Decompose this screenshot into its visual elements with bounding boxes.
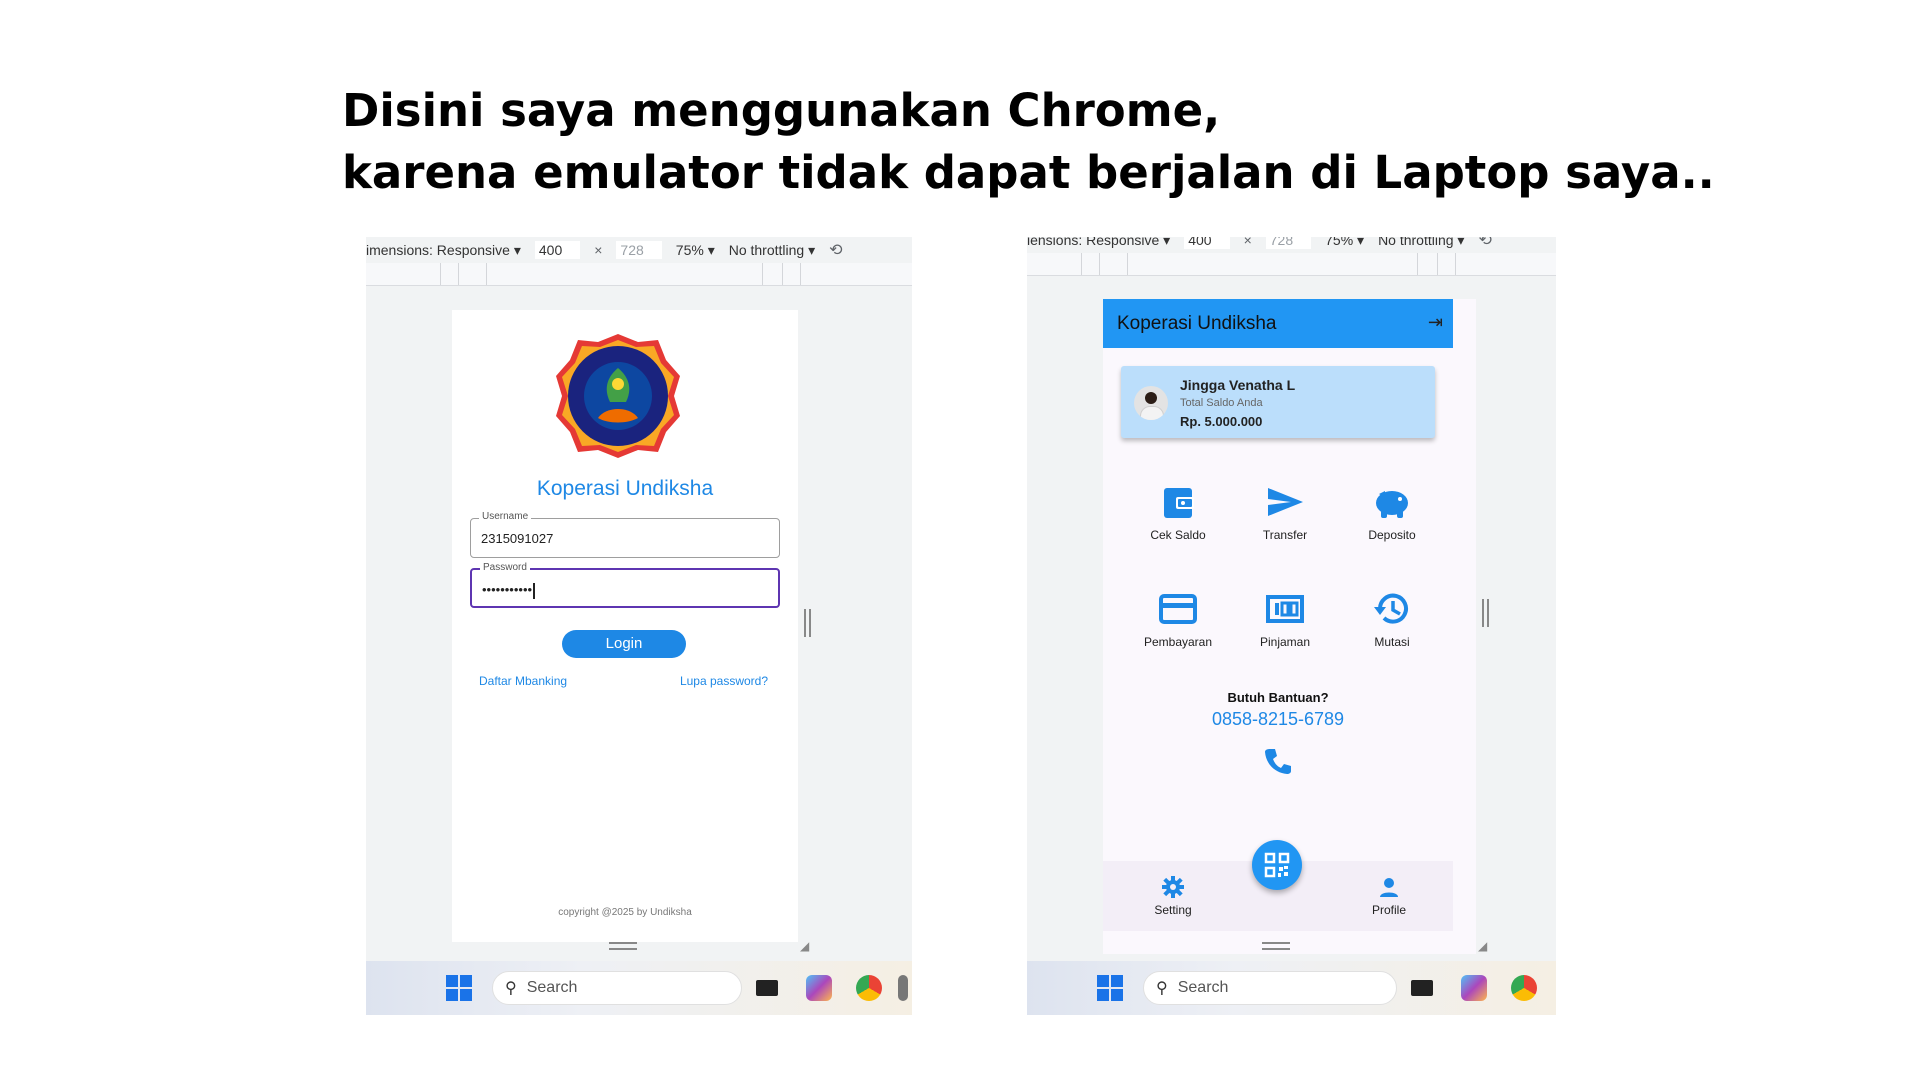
throttle-select[interactable]: No throttling ▾ [729, 242, 815, 259]
balance-label: Total Saldo Anda [1180, 397, 1263, 409]
register-link[interactable]: Daftar Mbanking [479, 674, 567, 688]
dimensions-select[interactable]: imensions: Responsive ▾ [366, 242, 521, 259]
windows-taskbar: ⚲ Search [366, 961, 912, 1015]
taskbar-search[interactable]: ⚲ Search [1143, 971, 1397, 1005]
heading-line-2: karena emulator tidak dapat berjalan di … [342, 146, 1715, 199]
zoom-select[interactable]: 75% ▾ [1325, 237, 1364, 249]
password-field[interactable]: Password ••••••••••• [470, 562, 780, 608]
copilot-icon[interactable] [1461, 975, 1487, 1001]
help-title: Butuh Bantuan? [1227, 690, 1329, 705]
account-card: Jingga Venatha L Total Saldo Anda Rp. 5.… [1121, 366, 1435, 438]
help-phone-number[interactable]: 0858-8215-6789 [1103, 709, 1453, 730]
login-viewport: Koperasi Undiksha Username 2315091027 Pa… [452, 310, 798, 942]
username-label: Username [479, 511, 532, 522]
media-query-ruler [366, 263, 912, 286]
piggy-bank-icon [1376, 491, 1408, 518]
width-input[interactable]: 400 [534, 241, 581, 259]
money-icon [1266, 595, 1304, 623]
menu-label: Mutasi [1374, 635, 1410, 649]
menu-mutasi[interactable]: Mutasi [1342, 589, 1442, 649]
copilot-icon[interactable] [806, 975, 832, 1001]
menu-label: Transfer [1262, 528, 1308, 542]
text-caret [533, 582, 535, 599]
taskbar-search-label: Search [1177, 979, 1229, 996]
chrome-icon[interactable] [856, 975, 882, 1001]
wallet-icon [1164, 488, 1194, 518]
send-icon [1268, 488, 1303, 516]
nav-profile[interactable]: Profile [1349, 875, 1429, 917]
copyright-text: copyright @2025 by Undiksha [558, 907, 692, 918]
resize-handle-right[interactable] [804, 609, 811, 637]
task-view-icon[interactable] [1411, 980, 1433, 996]
login-button[interactable]: Login [562, 630, 686, 658]
menu-label: Pinjaman [1259, 635, 1311, 649]
height-input[interactable]: 728 [1265, 237, 1312, 249]
windows-start-icon[interactable] [1097, 975, 1123, 1001]
search-icon: ⚲ [505, 980, 517, 997]
login-screenshot: imensions: Responsive ▾ 400 × 728 75% ▾ … [366, 237, 912, 1015]
home-viewport: Koperasi Undiksha ⇥ Jingga Venatha L Tot… [1103, 299, 1476, 954]
password-value: ••••••••••• [482, 582, 533, 597]
credit-card-icon [1159, 594, 1197, 624]
media-query-ruler [1027, 253, 1556, 276]
avatar [1134, 386, 1168, 420]
width-input[interactable]: 400 [1184, 237, 1230, 249]
devtools-toolbar: iensions: Responsive ▾ 400 × 728 75% ▾ N… [1027, 237, 1556, 253]
password-label: Password [480, 562, 530, 573]
qr-code-icon [1264, 852, 1290, 878]
zoom-select[interactable]: 75% ▾ [676, 242, 715, 259]
resize-handle-bottom[interactable] [609, 942, 637, 950]
menu-transfer[interactable]: Transfer [1235, 482, 1335, 542]
gear-icon [1162, 876, 1184, 898]
forgot-password-link[interactable]: Lupa password? [680, 674, 768, 688]
taskbar-search-label: Search [526, 979, 578, 996]
menu-cek-saldo[interactable]: Cek Saldo [1128, 482, 1228, 542]
rotate-icon[interactable]: ⟲ [1478, 237, 1491, 250]
height-input[interactable]: 728 [616, 241, 662, 259]
username-value: 2315091027 [481, 531, 554, 546]
phone-icon[interactable] [1263, 746, 1293, 776]
resize-handle-bottom[interactable] [1262, 942, 1290, 950]
app-title: Koperasi Undiksha [536, 477, 714, 500]
person-icon [1380, 878, 1398, 897]
menu-label: Deposito [1368, 528, 1416, 542]
heading: Disini saya menggunakan Chrome, karena e… [342, 80, 1715, 204]
nav-setting-label: Setting [1154, 903, 1192, 917]
windows-taskbar: ⚲ Search [1027, 961, 1556, 1015]
menu-label: Pembayaran [1143, 635, 1213, 649]
chrome-icon[interactable] [1511, 975, 1537, 1001]
heading-line-1: Disini saya menggunakan Chrome, [342, 84, 1221, 137]
home-screenshot: iensions: Responsive ▾ 400 × 728 75% ▾ N… [1027, 237, 1556, 1015]
resize-corner-icon[interactable]: ◢ [1478, 939, 1490, 953]
taskbar-search[interactable]: ⚲ Search [492, 971, 742, 1005]
account-name: Jingga Venatha L [1180, 377, 1296, 393]
times-sign: × [594, 242, 603, 258]
appbar-title: Koperasi Undiksha [1117, 313, 1277, 334]
resize-handle-right[interactable] [1482, 599, 1489, 627]
resize-corner-icon[interactable]: ◢ [800, 939, 812, 953]
taskbar-app-icon[interactable] [898, 975, 908, 1001]
username-field[interactable]: Username 2315091027 [470, 511, 780, 558]
logout-icon[interactable]: ⇥ [1428, 312, 1443, 333]
rotate-icon[interactable]: ⟲ [829, 240, 842, 260]
windows-start-icon[interactable] [446, 975, 472, 1001]
app-bar: Koperasi Undiksha ⇥ [1103, 299, 1453, 348]
balance-value: Rp. 5.000.000 [1180, 414, 1263, 429]
devtools-toolbar: imensions: Responsive ▾ 400 × 728 75% ▾ … [366, 237, 912, 263]
history-icon [1374, 593, 1408, 624]
undiksha-logo [556, 334, 680, 458]
dimensions-select[interactable]: iensions: Responsive ▾ [1027, 237, 1170, 249]
menu-pinjaman[interactable]: Pinjaman [1235, 589, 1335, 649]
search-icon: ⚲ [1156, 980, 1168, 997]
qr-scan-button[interactable] [1252, 840, 1302, 890]
menu-label: Cek Saldo [1150, 528, 1206, 542]
times-sign: × [1243, 237, 1252, 248]
menu-pembayaran[interactable]: Pembayaran [1128, 589, 1228, 649]
nav-profile-label: Profile [1371, 903, 1406, 917]
menu-deposito[interactable]: Deposito [1342, 482, 1442, 542]
throttle-select[interactable]: No throttling ▾ [1378, 237, 1464, 249]
task-view-icon[interactable] [756, 980, 778, 996]
nav-setting[interactable]: Setting [1133, 875, 1213, 917]
